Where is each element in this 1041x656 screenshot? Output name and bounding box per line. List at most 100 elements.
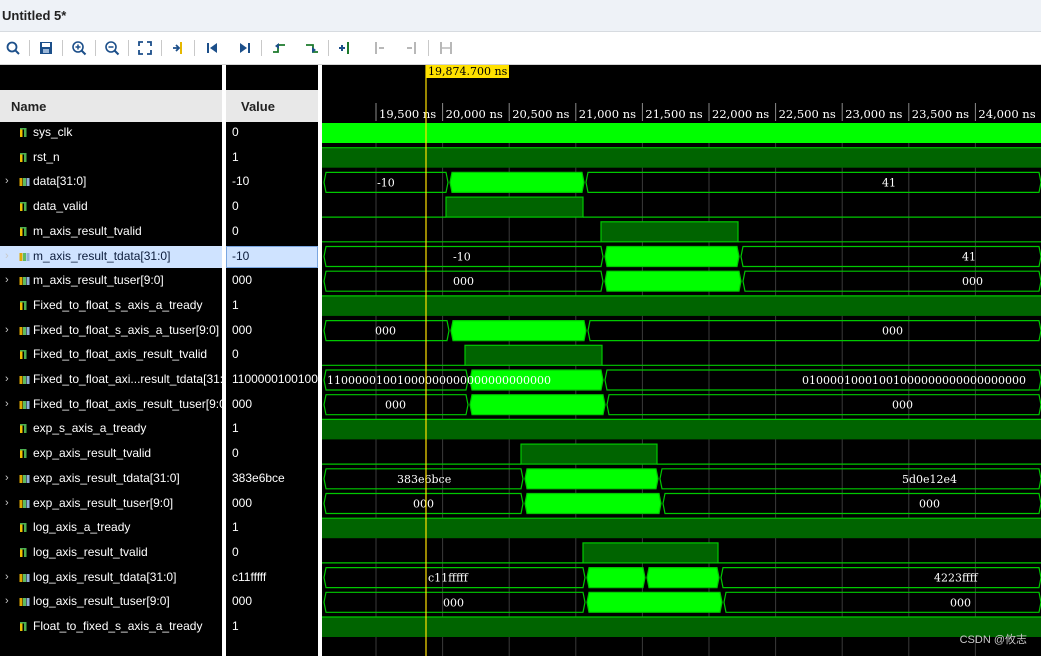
expand-chevron-icon[interactable]: ›	[5, 398, 15, 410]
signal-row[interactable]: Fixed_to_float_axis_result_tvalid	[0, 344, 222, 366]
signal-value-cell[interactable]: 000	[226, 270, 318, 292]
signal-row[interactable]: log_axis_a_tready	[0, 517, 222, 539]
go-to-time-0-button[interactable]	[201, 38, 223, 58]
signal-value-cell[interactable]: 0	[226, 443, 318, 465]
signal-bit-icon	[20, 622, 27, 631]
signal-value: 000	[232, 495, 253, 510]
signal-value-cell[interactable]: 1	[226, 147, 318, 169]
expand-chevron-icon[interactable]: ›	[5, 324, 15, 336]
signal-row[interactable]: log_axis_result_tvalid	[0, 542, 222, 564]
waveform-canvas[interactable]: 19,500 ns 20,000 ns 20,500 ns 21,000 ns 21,5…	[322, 65, 1041, 656]
expand-chevron-icon[interactable]: ›	[5, 373, 15, 385]
name-column-header[interactable]: Name	[0, 90, 222, 122]
expand-chevron-icon[interactable]: ›	[5, 472, 15, 484]
signal-name: exp_axis_result_tdata[31:0]	[33, 470, 180, 485]
bus-value-label: 000	[962, 275, 983, 288]
expand-chevron-icon[interactable]: ›	[5, 571, 15, 583]
signal-row[interactable]: Fixed_to_float_s_axis_a_tready	[0, 295, 222, 317]
add-marker-button[interactable]	[334, 38, 356, 58]
signal-name: Fixed_to_float_s_axis_a_tready	[33, 297, 203, 312]
signal-value: c11fffff	[232, 569, 267, 584]
signal-row[interactable]: data_valid	[0, 196, 222, 218]
signal-value: 1	[232, 520, 239, 535]
signal-bit-icon	[20, 152, 27, 162]
signal-bit-icon	[20, 547, 27, 557]
signal-value-cell[interactable]: 0	[226, 122, 318, 144]
signal-row[interactable]: › log_axis_result_tuser[9:0]	[0, 591, 222, 613]
pulse-waveform	[445, 196, 584, 218]
signal-row[interactable]: › m_axis_result_tdata[31:0]	[0, 245, 222, 268]
signal-value-cell[interactable]: 0	[226, 196, 318, 218]
swap-cursors-button[interactable]	[435, 38, 457, 58]
signal-value-cell[interactable]: 1	[226, 616, 318, 638]
bus-value-label: 11000001001000000000000000000000	[327, 374, 551, 387]
signal-name: log_axis_a_tready	[33, 520, 131, 535]
go-to-end-icon	[240, 43, 250, 53]
signal-bit-icon	[20, 226, 27, 236]
signal-value-cell[interactable]: 383e6bce	[226, 468, 318, 490]
signal-bit-icon	[20, 300, 27, 310]
signal-row[interactable]: Float_to_fixed_s_axis_a_tready	[0, 616, 222, 638]
signal-row[interactable]: › log_axis_result_tdata[31:0]	[0, 567, 222, 589]
signal-value-cell[interactable]: 000	[226, 493, 318, 515]
previous-transition-button[interactable]	[268, 38, 290, 58]
signal-value-cell[interactable]: c11fffff	[226, 567, 318, 589]
bus-value-label: 000	[413, 498, 434, 511]
signal-value-cell[interactable]: 1	[226, 418, 318, 440]
signal-name: data_valid	[33, 199, 88, 214]
signal-row[interactable]: › Fixed_to_float_s_axis_a_tuser[9:0]	[0, 320, 222, 342]
signal-value-cell[interactable]: -10	[226, 171, 318, 193]
go-to-last-time-button[interactable]	[234, 38, 256, 58]
bus-segment	[604, 245, 740, 268]
bus-segment	[524, 492, 662, 515]
zoom-out-button[interactable]	[101, 38, 123, 58]
previous-transition-icon	[273, 43, 285, 53]
go-to-cursor-button[interactable]	[167, 38, 189, 58]
signal-value-cell[interactable]: 1	[226, 295, 318, 317]
signal-value-cell[interactable]: 1	[226, 517, 318, 539]
toolbar	[0, 32, 1041, 65]
signal-row[interactable]: exp_axis_result_tvalid	[0, 443, 222, 465]
save-button[interactable]	[35, 38, 57, 58]
signal-row[interactable]: › exp_axis_result_tuser[9:0]	[0, 493, 222, 515]
signal-row[interactable]: rst_n	[0, 147, 222, 169]
add-marker-icon	[339, 42, 349, 54]
zoom-in-button[interactable]	[68, 38, 90, 58]
signal-value-cell[interactable]: 000	[226, 320, 318, 342]
signal-name: Float_to_fixed_s_axis_a_tready	[33, 619, 203, 633]
waveform-panel[interactable]: 19,500 ns 20,000 ns 20,500 ns 21,000 ns 21,5…	[322, 65, 1041, 656]
signal-bit-icon	[20, 424, 27, 434]
next-marker-button[interactable]	[401, 38, 423, 58]
expand-chevron-icon[interactable]: ›	[5, 497, 15, 509]
bus-value-label: 41	[962, 251, 976, 264]
expand-chevron-icon[interactable]: ›	[5, 274, 15, 286]
expand-chevron-icon[interactable]: ›	[5, 595, 15, 607]
signal-value-cell[interactable]: 000	[226, 394, 318, 416]
expand-chevron-icon[interactable]: ›	[5, 175, 15, 187]
signal-row[interactable]: › m_axis_result_tuser[9:0]	[0, 270, 222, 292]
signal-value-cell[interactable]: 0	[226, 221, 318, 243]
signal-row[interactable]: › exp_axis_result_tdata[31:0]	[0, 468, 222, 490]
bus-segment	[586, 567, 646, 589]
search-button[interactable]	[2, 38, 24, 58]
signal-value-cell[interactable]: 000	[226, 591, 318, 613]
value-column-header[interactable]: Value	[226, 90, 318, 122]
signal-row[interactable]: exp_s_axis_a_tready	[0, 418, 222, 440]
signal-name: exp_axis_result_tuser[9:0]	[33, 495, 174, 510]
signal-row[interactable]: m_axis_result_tvalid	[0, 221, 222, 243]
previous-marker-button[interactable]	[368, 38, 390, 58]
signal-bus-icon	[19, 400, 30, 409]
signal-value-cell[interactable]: -10	[226, 245, 318, 268]
signal-value-cell[interactable]: 0	[226, 542, 318, 564]
signal-row[interactable]: sys_clk	[0, 122, 222, 144]
next-transition-button[interactable]	[301, 38, 323, 58]
expand-chevron-icon[interactable]: ›	[5, 250, 15, 262]
signal-row[interactable]: › data[31:0]	[0, 171, 222, 193]
cursor-time-label[interactable]: 19,874.700 ns	[426, 65, 510, 78]
zoom-fit-button[interactable]	[134, 38, 156, 58]
signal-row[interactable]: › Fixed_to_float_axi...result_tdata[31:0]	[0, 369, 233, 391]
signal-row[interactable]: › Fixed_to_float_axis_result_tuser[9:0]	[0, 394, 229, 416]
signal-value-cell[interactable]: 11000001001000000000000000000000	[226, 369, 318, 391]
signal-value-cell[interactable]: 0	[226, 344, 318, 366]
signal-value: 0	[232, 223, 239, 238]
